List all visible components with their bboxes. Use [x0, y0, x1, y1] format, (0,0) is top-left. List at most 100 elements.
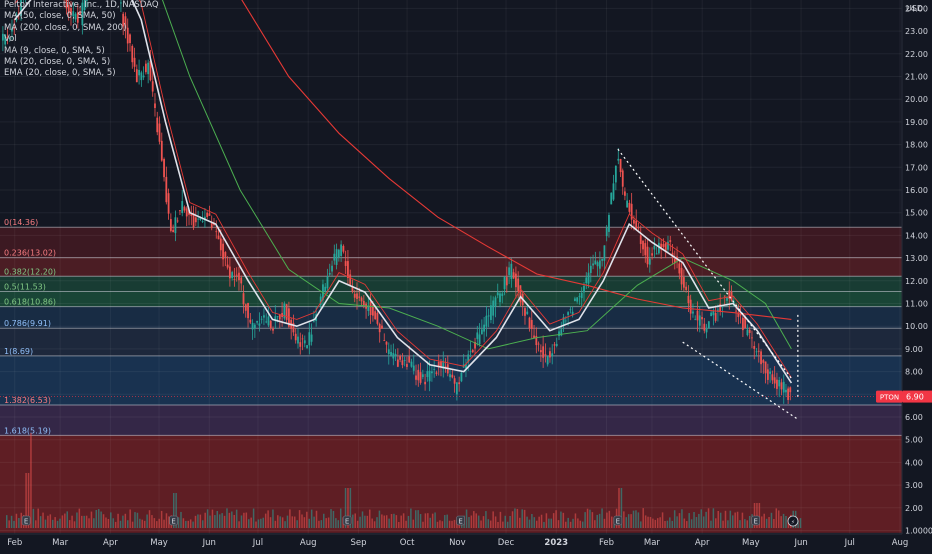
x-tick-label[interactable]: Aug: [892, 538, 909, 548]
x-tick-label[interactable]: Feb: [7, 538, 22, 548]
y-tick-label[interactable]: 4.00: [905, 458, 923, 467]
candle-body: [594, 260, 597, 265]
price-chart[interactable]: 0(14.36) 0.236(13.02) 0.382(12.20) 0.5(11.5…: [0, 0, 932, 550]
candle-body: [598, 260, 601, 269]
indicator-ema20[interactable]: EMA (20, close, 0, SMA, 5): [4, 68, 159, 79]
candle-body: [356, 293, 358, 299]
volume-bar: [250, 517, 252, 528]
y-tick-label[interactable]: 21.00: [905, 73, 928, 82]
y-tick-label[interactable]: 18.00: [905, 141, 928, 150]
volume-bar: [734, 512, 736, 528]
candle-body: [455, 382, 458, 395]
y-tick-label[interactable]: 9.00: [905, 345, 923, 354]
y-tick-label[interactable]: 8.00: [905, 368, 923, 377]
fib-label[interactable]: 1.382(6.53): [4, 396, 51, 405]
x-tick-label[interactable]: Jul: [844, 538, 855, 548]
x-tick-label[interactable]: Aug: [300, 538, 317, 548]
candle-body: [376, 312, 379, 324]
chart-title[interactable]: Pelton Interactive, Inc., 1D, NASDAQ: [4, 0, 159, 11]
x-tick-label[interactable]: Feb: [599, 538, 614, 548]
y-tick-label[interactable]: 17.00: [905, 163, 928, 172]
fib-label[interactable]: 1.618(5.19): [4, 426, 51, 435]
fib-label[interactable]: 1(8.69): [4, 347, 33, 356]
fib-label[interactable]: 0.5(11.53): [4, 282, 46, 291]
indicator-ma50[interactable]: MA (50, close, 0, SMA, 50): [4, 11, 159, 22]
x-tick-label[interactable]: Jul: [252, 538, 263, 548]
x-tick-label[interactable]: 2023: [544, 538, 568, 548]
volume-bar: [557, 520, 560, 528]
indicator-vol[interactable]: Vol: [4, 34, 159, 45]
x-tick-label[interactable]: Apr: [695, 538, 710, 548]
candle-body: [553, 344, 556, 346]
fib-band-7: [0, 404, 902, 436]
volume-bar: [475, 513, 477, 528]
x-tick-label[interactable]: Jun: [793, 538, 807, 548]
volume-bar: [514, 508, 516, 528]
candle-body: [508, 267, 510, 276]
volume-bar: [581, 521, 584, 528]
x-tick-label[interactable]: Dec: [498, 538, 515, 548]
y-tick-label[interactable]: 19.00: [905, 118, 928, 127]
y-tick-label[interactable]: 6.00: [905, 413, 923, 422]
x-tick-label[interactable]: Apr: [103, 538, 118, 548]
fib-label[interactable]: 0(14.36): [4, 218, 38, 227]
candle-body: [269, 320, 272, 329]
volume-bar: [209, 515, 211, 528]
y-tick-label[interactable]: 3.00: [905, 481, 923, 490]
x-tick-label[interactable]: Sep: [350, 538, 366, 548]
candle-body: [169, 219, 172, 231]
volume-bar: [8, 520, 10, 528]
y-tick-label[interactable]: 22.00: [905, 50, 928, 59]
candle-body: [633, 219, 635, 224]
candle-body: [435, 372, 438, 374]
volume-bar: [366, 515, 369, 528]
x-tick-label[interactable]: Oct: [400, 538, 415, 548]
x-tick-label[interactable]: Mar: [644, 538, 661, 548]
ticker-label[interactable]: PTON: [880, 394, 899, 402]
volume-bar: [85, 515, 88, 528]
y-tick-label[interactable]: 10.00: [905, 322, 928, 331]
volume-bar: [373, 521, 376, 528]
volume-bar: [739, 520, 741, 528]
y-tick-label[interactable]: 16.00: [905, 186, 928, 195]
indicator-ma9[interactable]: MA (9, close, 0, SMA, 5): [4, 46, 159, 57]
last-price-label[interactable]: 6.90: [906, 393, 924, 402]
x-tick-label[interactable]: Jun: [202, 538, 216, 548]
y-tick-label[interactable]: 2.00: [905, 504, 923, 513]
fib-label[interactable]: 0.236(13.02): [4, 249, 56, 258]
x-tick-label[interactable]: May: [150, 538, 168, 548]
candle-body: [156, 117, 159, 133]
fib-label[interactable]: 0.382(12.20): [4, 267, 56, 276]
candle-body: [605, 227, 608, 237]
x-tick-label[interactable]: May: [742, 538, 760, 548]
candle-body: [215, 231, 218, 233]
fib-label[interactable]: 0.786(9.91): [4, 319, 51, 328]
candle-body: [265, 321, 268, 323]
y-tick-label[interactable]: 20.00: [905, 95, 928, 104]
x-tick-label[interactable]: Mar: [52, 538, 69, 548]
y-tick-label[interactable]: 24.00: [905, 4, 928, 13]
candle-body: [780, 382, 783, 390]
volume-bar: [378, 510, 381, 528]
y-tick-label[interactable]: 15.00: [905, 209, 928, 218]
fib-label[interactable]: 0.618(10.86): [4, 298, 56, 307]
y-tick-label[interactable]: 23.00: [905, 27, 928, 36]
indicator-ma20[interactable]: MA (20, close, 0, SMA, 5): [4, 57, 159, 68]
y-tick-label[interactable]: 14.00: [905, 231, 928, 240]
y-tick-label[interactable]: 13.00: [905, 254, 928, 263]
indicator-ma200[interactable]: MA (200, close, 0, SMA, 200): [4, 23, 159, 34]
candle-body: [539, 350, 542, 353]
volume-bar: [673, 510, 676, 528]
volume-bar: [88, 518, 90, 528]
volume-bar: [606, 512, 608, 528]
x-tick-label[interactable]: Nov: [449, 538, 466, 548]
y-tick-label[interactable]: 11.00: [905, 300, 928, 309]
volume-bar: [533, 517, 536, 528]
candle-body: [306, 345, 308, 349]
volume-bar: [245, 512, 248, 528]
volume-bar: [6, 515, 8, 528]
volume-bar: [76, 512, 78, 528]
candle-body: [426, 371, 429, 378]
y-tick-label[interactable]: 5.00: [905, 436, 923, 445]
y-tick-label[interactable]: 12.00: [905, 277, 928, 286]
